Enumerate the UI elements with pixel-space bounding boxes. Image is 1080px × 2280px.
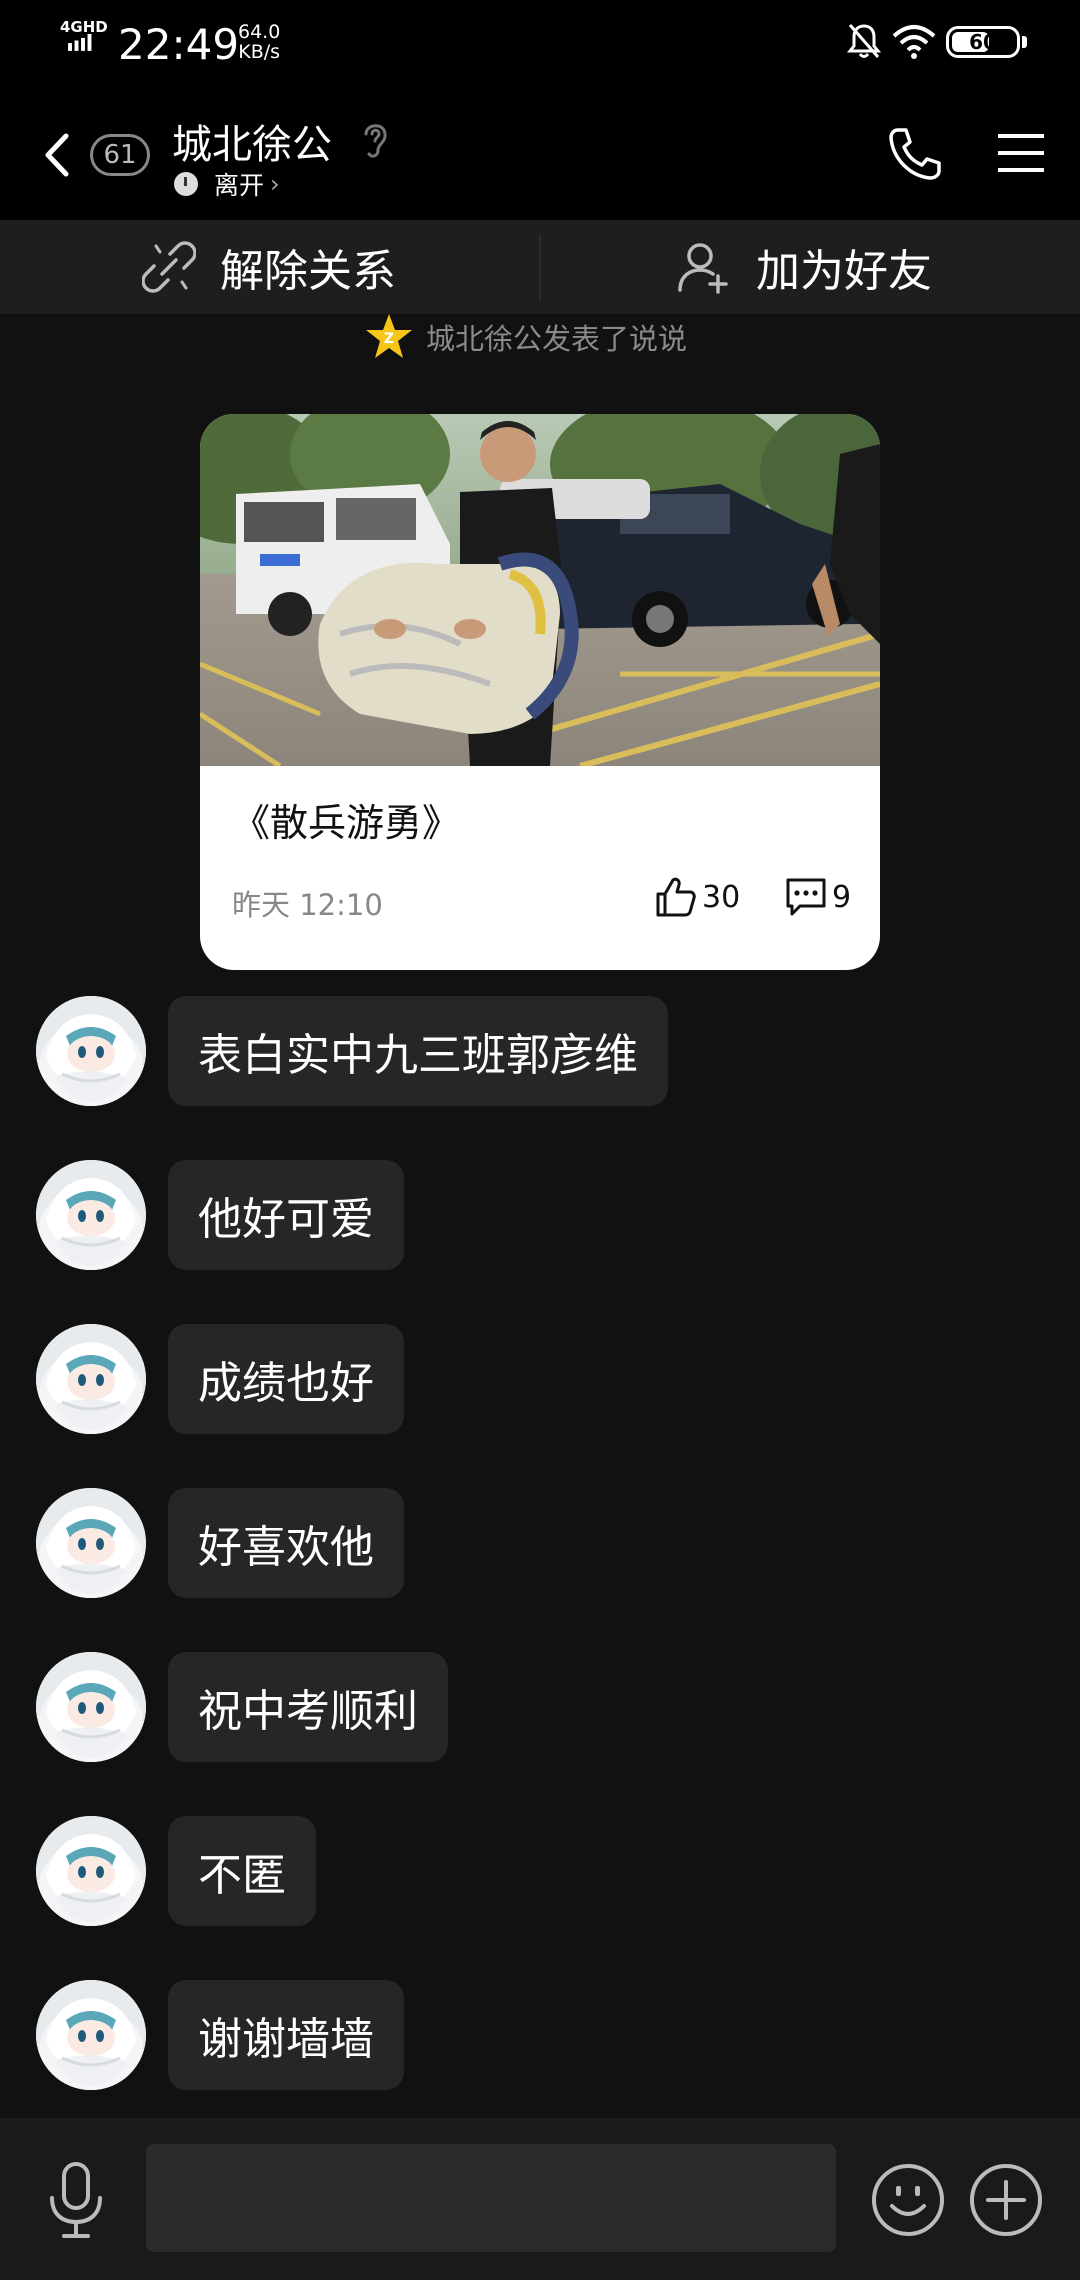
message-bubble[interactable]: 祝中考顺利 [168, 1652, 448, 1762]
post-photo [200, 414, 880, 766]
battery-icon: 60 [946, 26, 1020, 58]
back-chevron-icon [45, 133, 69, 177]
back-button[interactable]: 61 [40, 124, 152, 190]
thumbs-up-icon [656, 877, 696, 917]
message-bubble[interactable]: 谢谢墙墙 [168, 1980, 404, 2090]
phone-icon[interactable] [884, 124, 944, 184]
sender-avatar[interactable] [36, 1652, 146, 1762]
unlink-label: 解除关系 [220, 246, 396, 297]
message-bubble[interactable]: 成绩也好 [168, 1324, 404, 1434]
like-button[interactable]: 30 [654, 874, 740, 920]
notice-text: 城北徐公发表了说说 [426, 322, 688, 356]
chat-input-bar [0, 2118, 1080, 2280]
chat-title[interactable]: 城北徐公 [172, 112, 332, 170]
emoji-icon[interactable] [870, 2162, 946, 2238]
message-bubble[interactable]: 不匿 [168, 1816, 316, 1926]
speed-unit: KB/s [238, 41, 281, 63]
star-icon: Z [366, 314, 412, 358]
plus-icon[interactable] [968, 2162, 1044, 2238]
status-bar: 4GHD 22:49 64.0 KB/s 60 [0, 0, 1080, 84]
like-count: 30 [702, 879, 741, 915]
divider [539, 234, 541, 300]
sender-avatar[interactable] [36, 1980, 146, 2090]
add-friend-label: 加为好友 [756, 246, 932, 297]
sender-avatar[interactable] [36, 1816, 146, 1926]
wifi-icon [892, 25, 936, 59]
relationship-action-bar: 解除关系 加为好友 [0, 220, 1080, 314]
network-speed: 64.0 KB/s [238, 22, 280, 62]
comment-icon [786, 878, 826, 916]
unlink-relationship-button[interactable]: 解除关系 [142, 220, 396, 314]
comment-button[interactable]: 9 [784, 874, 851, 920]
sender-avatar[interactable] [36, 996, 146, 1106]
message-input[interactable] [146, 2144, 836, 2252]
chat-screen: 4GHD 22:49 64.0 KB/s 60 61 城北徐公 离开 › 解除关… [0, 0, 1080, 2280]
unlink-icon [142, 241, 196, 293]
chat-header: 61 城北徐公 离开 › [0, 84, 1080, 220]
sender-avatar[interactable] [36, 1160, 146, 1270]
sender-avatar[interactable] [36, 1324, 146, 1434]
sender-avatar[interactable] [36, 1488, 146, 1598]
svg-text:Z: Z [384, 331, 394, 347]
battery-level: 60 [969, 30, 997, 54]
post-timestamp: 昨天 12:10 [232, 888, 383, 922]
battery-cap [1022, 36, 1027, 48]
chevron-right-icon: › [270, 170, 280, 198]
post-title: 《散兵游勇》 [232, 801, 461, 845]
message-bubble[interactable]: 好喜欢他 [168, 1488, 404, 1598]
shared-post-card[interactable]: 《散兵游勇》 昨天 12:10 30 9 [200, 414, 880, 970]
comment-count: 9 [832, 879, 852, 915]
speed-value: 64.0 [238, 21, 281, 43]
clock-icon [174, 172, 198, 196]
message-bubble[interactable]: 他好可爱 [168, 1160, 404, 1270]
add-user-icon [678, 243, 728, 294]
presence-status[interactable]: 离开 › [174, 168, 280, 200]
unread-count-badge: 61 [90, 134, 150, 176]
signal-icon [68, 34, 92, 51]
menu-icon[interactable] [996, 130, 1046, 176]
post-notice[interactable]: Z 城北徐公发表了说说 [364, 312, 687, 362]
add-friend-button[interactable]: 加为好友 [678, 220, 932, 314]
ear-icon[interactable] [360, 118, 390, 162]
message-bubble[interactable]: 表白实中九三班郭彦维 [168, 996, 668, 1106]
microphone-icon[interactable] [44, 2160, 108, 2240]
presence-label: 离开 [214, 171, 265, 200]
clock: 22:49 [118, 20, 240, 69]
bell-muted-icon [846, 24, 882, 58]
